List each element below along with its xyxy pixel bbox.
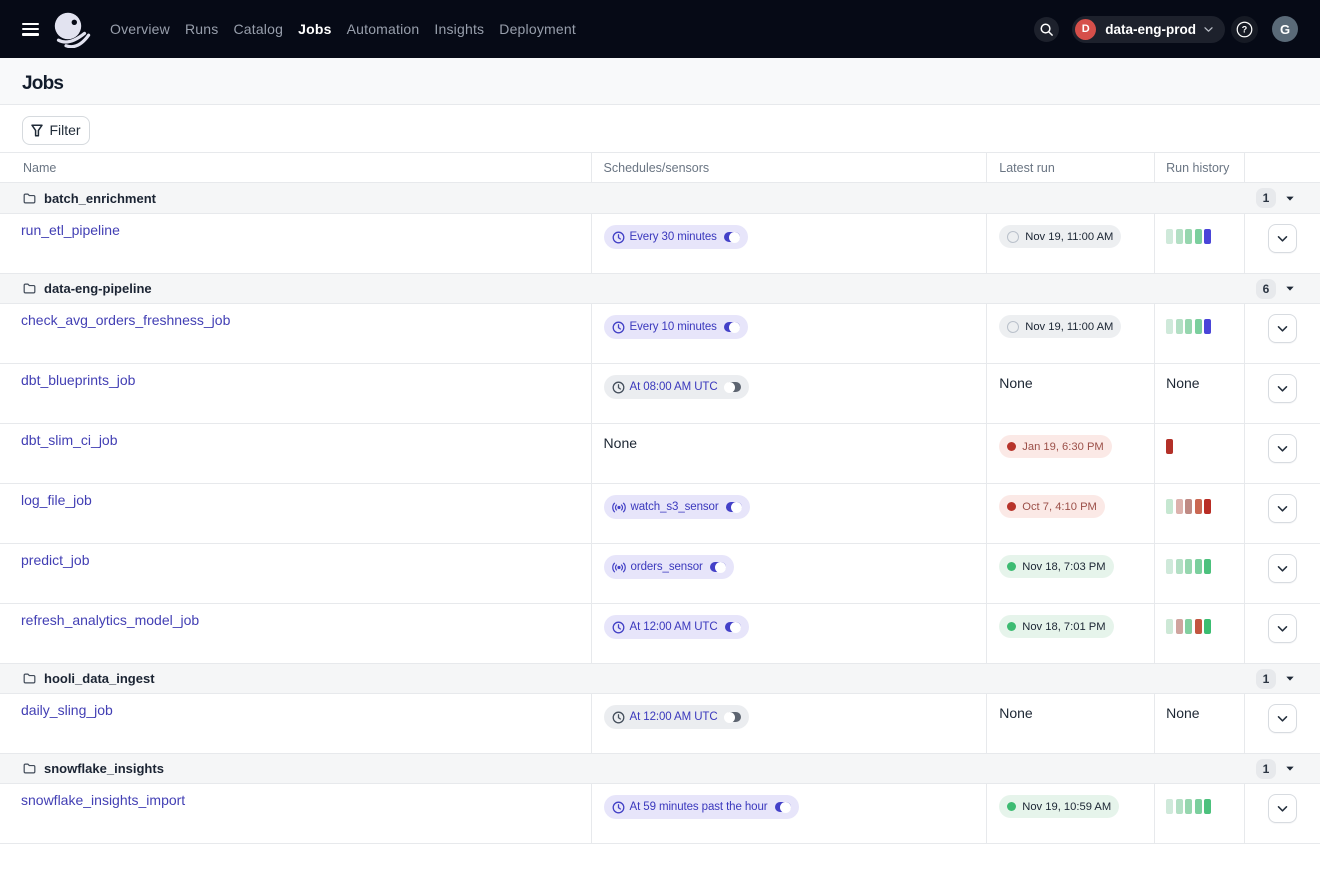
svg-text:?: ? <box>1242 24 1247 34</box>
